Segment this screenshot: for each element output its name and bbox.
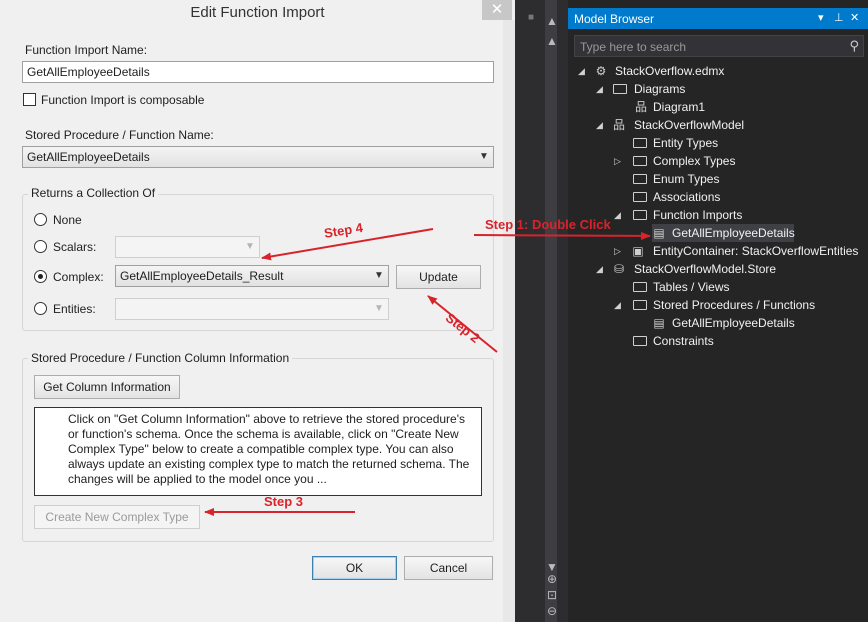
radio-complex-label: Complex: xyxy=(53,270,104,284)
tree-node-label: Entity Types xyxy=(653,136,719,150)
function-import-icon: ▤ xyxy=(653,226,665,240)
radio-scalars[interactable] xyxy=(34,240,47,253)
model-icon: 品 xyxy=(612,118,625,132)
cancel-button[interactable]: Cancel xyxy=(404,556,493,580)
dialog-title: Edit Function Import xyxy=(190,4,325,21)
folder-icon xyxy=(633,174,647,184)
pin-icon[interactable]: ⊥ xyxy=(834,11,844,24)
expanded-arrow-icon[interactable]: ◢ xyxy=(596,260,606,278)
step3-label: Step 3 xyxy=(264,494,304,509)
stored-procedure-icon: ▤ xyxy=(653,316,665,330)
collapsed-arrow-icon[interactable]: ▷ xyxy=(614,242,624,260)
zoom-fit-icon[interactable]: ⊡ xyxy=(545,588,559,602)
model-browser-panel: Model Browser ▾ ⊥ ✕ Type here to search … xyxy=(568,0,868,622)
folder-icon xyxy=(633,282,647,292)
search-input[interactable]: Type here to search xyxy=(580,40,686,54)
expanded-arrow-icon[interactable]: ◢ xyxy=(578,62,588,80)
tree-node-label: Enum Types xyxy=(653,172,720,186)
stored-procedure-select[interactable]: GetAllEmployeeDetails ▼ xyxy=(22,146,494,168)
entity-container-icon: ▣ xyxy=(632,244,644,258)
tree-node-label: Associations xyxy=(653,190,721,204)
database-icon: ⛁ xyxy=(613,262,625,276)
model-browser-title: Model Browser xyxy=(574,12,655,26)
tree-node-label: Complex Types xyxy=(653,154,736,168)
dialog-scrollbar[interactable] xyxy=(503,20,515,622)
tree-node-label: Tables / Views xyxy=(653,280,730,294)
chevron-down-icon: ▼ xyxy=(479,151,489,162)
expanded-arrow-icon[interactable]: ◢ xyxy=(614,206,624,224)
edmx-icon: ⚙ xyxy=(595,64,607,78)
tree-node-label: GetAllEmployeeDetails xyxy=(672,316,795,330)
edit-function-import-dialog: Edit Function Import ✕ Function Import N… xyxy=(0,0,515,622)
function-import-name-label: Function Import Name: xyxy=(25,43,148,57)
chevron-down-icon: ▼ xyxy=(374,270,384,281)
tree-node-label: StackOverflowModel.Store xyxy=(634,262,777,276)
close-icon[interactable]: ✕ xyxy=(482,0,512,20)
composable-checkbox[interactable] xyxy=(23,93,36,106)
collapse-marker-icon: ■ xyxy=(528,12,535,23)
tree-node-label: StackOverflow.edmx xyxy=(615,64,725,78)
composable-label: Function Import is composable xyxy=(41,93,205,107)
expanded-arrow-icon[interactable]: ◢ xyxy=(596,80,606,98)
collapsed-arrow-icon[interactable]: ▷ xyxy=(614,152,624,170)
model-browser-titlebar[interactable]: Model Browser ▾ ⊥ ✕ xyxy=(568,8,868,29)
stored-procedure-select-value: GetAllEmployeeDetails xyxy=(27,150,150,164)
scroll-up-arrow-icon[interactable]: ▲ xyxy=(545,34,559,48)
scalars-select[interactable]: ▼ xyxy=(115,236,260,258)
expanded-arrow-icon[interactable]: ◢ xyxy=(596,116,606,134)
returns-collection-group-title: Returns a Collection Of xyxy=(28,186,159,200)
radio-scalars-label: Scalars: xyxy=(53,240,97,254)
tree-node-label: Function Imports xyxy=(653,208,743,222)
folder-icon xyxy=(613,84,627,94)
diagram-icon: 品 xyxy=(634,100,647,114)
tree-node-label: Diagrams xyxy=(634,82,686,96)
tree-node-function-import-getallemployeedetails[interactable]: ▤ GetAllEmployeeDetails xyxy=(652,224,795,242)
folder-icon xyxy=(633,336,647,346)
expanded-arrow-icon[interactable]: ◢ xyxy=(614,296,624,314)
tree-node-label: Stored Procedures / Functions xyxy=(653,298,816,312)
tree-node-label: StackOverflowModel xyxy=(634,118,745,132)
model-browser-search[interactable]: Type here to search ⚲ xyxy=(574,35,864,57)
ok-button[interactable]: OK xyxy=(312,556,397,580)
folder-icon xyxy=(633,192,647,202)
column-info-text: Click on "Get Column Information" above … xyxy=(68,412,470,486)
radio-entities[interactable] xyxy=(34,302,47,315)
editor-gutter xyxy=(516,0,568,622)
column-info-text-box: Click on "Get Column Information" above … xyxy=(34,407,482,496)
step1-label: Step 1: Double Click xyxy=(485,217,611,232)
entities-select[interactable]: ▼ xyxy=(115,298,389,320)
update-button[interactable]: Update xyxy=(396,265,481,289)
dialog-titlebar[interactable]: Edit Function Import ✕ xyxy=(0,0,515,28)
tree-node-label: GetAllEmployeeDetails xyxy=(672,226,795,240)
radio-none[interactable] xyxy=(34,213,47,226)
tree-node-label: EntityContainer: StackOverflowEntities xyxy=(653,244,859,258)
editor-vertical-scrollbar[interactable] xyxy=(545,0,557,622)
folder-icon xyxy=(633,138,647,148)
zoom-out-icon[interactable]: ⊖ xyxy=(545,604,559,618)
chevron-down-icon: ▼ xyxy=(245,241,255,252)
folder-icon xyxy=(633,156,647,166)
radio-complex[interactable] xyxy=(34,270,47,283)
complex-type-select[interactable]: GetAllEmployeeDetails_Result ▼ xyxy=(115,265,389,287)
dropdown-icon[interactable]: ▾ xyxy=(818,11,824,24)
chevron-down-icon: ▼ xyxy=(374,303,384,314)
folder-icon xyxy=(633,300,647,310)
stored-procedure-label: Stored Procedure / Function Name: xyxy=(25,128,214,142)
tree-node-label: Constraints xyxy=(653,334,714,348)
tree-node-label: Diagram1 xyxy=(653,100,706,114)
close-icon[interactable]: ✕ xyxy=(850,11,859,24)
complex-type-select-value: GetAllEmployeeDetails_Result xyxy=(120,269,284,283)
radio-entities-label: Entities: xyxy=(53,302,96,316)
column-info-group-title: Stored Procedure / Function Column Infor… xyxy=(28,351,293,365)
radio-none-label: None xyxy=(53,213,82,227)
zoom-in-icon[interactable]: ⊕ xyxy=(545,572,559,586)
search-icon[interactable]: ⚲ xyxy=(849,38,859,54)
create-new-complex-type-button[interactable]: Create New Complex Type xyxy=(34,505,200,529)
folder-icon xyxy=(633,210,647,220)
get-column-information-button[interactable]: Get Column Information xyxy=(34,375,180,399)
scroll-up-arrow-icon[interactable]: ▲ xyxy=(545,14,559,28)
function-import-name-input[interactable]: GetAllEmployeeDetails xyxy=(22,61,494,83)
